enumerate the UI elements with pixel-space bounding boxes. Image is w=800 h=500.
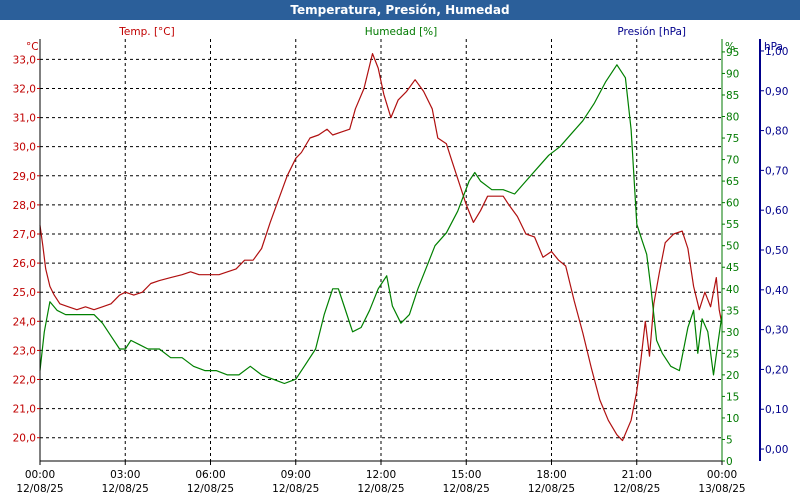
- humidity-tick-label: 40: [726, 284, 739, 296]
- x-tick-date-label: 12/08/25: [16, 483, 63, 495]
- pressure-tick-label: 0,00: [765, 444, 788, 456]
- humidity-tick-label: 60: [726, 198, 739, 210]
- temperature-tick-label: 21,0: [13, 404, 36, 416]
- temperature-tick-label: 23,0: [13, 345, 36, 357]
- temperature-tick-label: 25,0: [13, 287, 36, 299]
- frame-layer: [39, 39, 761, 462]
- humidity-tick-label: 0: [726, 456, 733, 468]
- temperature-unit-label: °C: [26, 41, 39, 53]
- x-tick-time-label: 09:00: [281, 469, 311, 481]
- pressure-tick-label: 0,60: [765, 205, 788, 217]
- pressure-tick-label: 0,50: [765, 245, 788, 257]
- x-tick-date-label: 12/08/25: [357, 483, 404, 495]
- axis-titles: °C Temp. [°C] Humedad [%]% Presión [hPa] hPa: [26, 26, 783, 53]
- pressure-tick-label: 0,30: [765, 325, 788, 337]
- x-tick-time-label: 00:00: [25, 469, 55, 481]
- x-tick-time-label: 03:00: [110, 469, 140, 481]
- humidity-tick-label: 80: [726, 112, 739, 124]
- pressure-tick-label: 0,20: [765, 364, 788, 376]
- x-tick-date-label: 13/08/25: [698, 483, 745, 495]
- humidity-axis: 05101520253035404550556065707580859095: [722, 47, 739, 468]
- x-tick-date-label: 12/08/25: [187, 483, 234, 495]
- pressure-axis-title: Presión [hPa]: [617, 26, 686, 38]
- humidity-axis-title: Humedad [%]: [365, 26, 438, 38]
- pressure-tick-label: 0,90: [765, 86, 788, 98]
- temperature-tick-label: 32,0: [13, 83, 36, 95]
- temperature-tick-label: 20,0: [13, 433, 36, 445]
- pressure-axis: 0,00 0,10 0,20 0,30 0,40 0,50 0,60 0,70 0,80 0,90…: [760, 46, 788, 456]
- x-tick-date-label: 12/08/25: [443, 483, 490, 495]
- pressure-tick-label: 0,10: [765, 404, 788, 416]
- x-tick-time-label: 00:00: [707, 469, 737, 481]
- x-tick-time-label: 18:00: [536, 469, 566, 481]
- humidity-tick-label: 75: [726, 133, 739, 145]
- x-tick-time-label: 06:00: [195, 469, 225, 481]
- x-tick-date-label: 12/08/25: [102, 483, 149, 495]
- temperature-tick-label: 22,0: [13, 375, 36, 387]
- temperature-tick-label: 27,0: [13, 229, 36, 241]
- humidity-tick-label: 70: [726, 155, 739, 167]
- x-tick-date-label: 12/08/25: [613, 483, 660, 495]
- humidity-unit-label: %: [725, 41, 735, 53]
- temperature-tick-label: 33,0: [13, 54, 36, 66]
- humidity-tick-label: 30: [726, 327, 739, 339]
- x-tick-date-label: 12/08/25: [272, 483, 319, 495]
- temperature-tick-label: 30,0: [13, 142, 36, 154]
- pressure-tick-label: 0,80: [765, 126, 788, 138]
- humidity-tick-label: 55: [726, 219, 739, 231]
- x-tick-date-label: 12/08/25: [528, 483, 575, 495]
- temperature-tick-label: 31,0: [13, 113, 36, 125]
- grid-lines: [40, 39, 722, 461]
- pressure-unit-label: hPa: [764, 41, 783, 53]
- temperature-tick-label: 29,0: [13, 171, 36, 183]
- humidity-tick-label: 65: [726, 176, 739, 188]
- chart-canvas: 20,0 21,0 22,0 23,0 24,0 25,0 26,0 27,0 28,0 29,0…: [13, 26, 789, 495]
- pressure-tick-label: 0,40: [765, 285, 788, 297]
- humidity-tick-label: 15: [726, 391, 739, 403]
- humidity-tick-label: 5: [726, 434, 733, 446]
- humidity-tick-label: 90: [726, 68, 739, 80]
- humidity-tick-label: 10: [726, 413, 739, 425]
- humidity-tick-label: 20: [726, 370, 739, 382]
- humidity-tick-label: 85: [726, 90, 739, 102]
- x-tick-time-label: 21:00: [622, 469, 652, 481]
- x-tick-time-label: 15:00: [451, 469, 481, 481]
- temperature-tick-label: 26,0: [13, 258, 36, 270]
- time-axis: 00:00 12/08/25 03:00 12/08/25 06:00 12/08/25 0…: [16, 461, 746, 495]
- x-tick-time-label: 12:00: [366, 469, 396, 481]
- humidity-tick-label: 50: [726, 241, 739, 253]
- humidity-tick-label: 35: [726, 305, 739, 317]
- temperature-tick-label: 24,0: [13, 316, 36, 328]
- humidity-tick-label: 25: [726, 348, 739, 360]
- pressure-tick-label: 0,70: [765, 165, 788, 177]
- humidity-tick-label: 45: [726, 262, 739, 274]
- temperature-axis: 20,0 21,0 22,0 23,0 24,0 25,0 26,0 27,0 28,0 29,0…: [13, 54, 40, 445]
- temperature-axis-title: Temp. [°C]: [118, 26, 174, 38]
- window-title: Temperatura, Presión, Humedad: [0, 0, 800, 20]
- temperature-tick-label: 28,0: [13, 200, 36, 212]
